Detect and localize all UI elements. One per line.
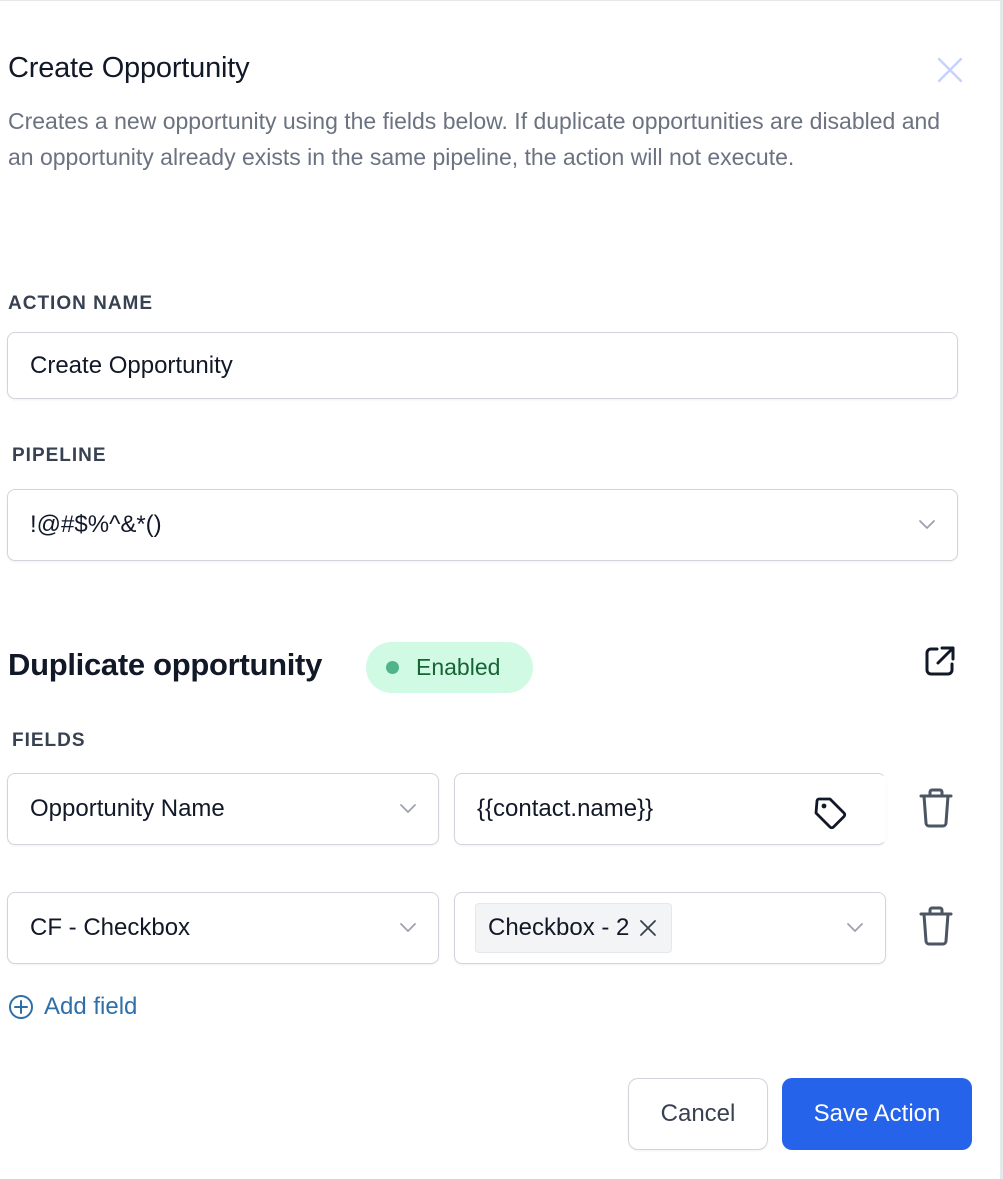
field-value-input-row-1[interactable]: {{contact.name}} <box>454 773 886 845</box>
pipeline-value: !@#$%^&*() <box>30 511 162 538</box>
selected-value-chip: Checkbox - 2 <box>475 903 673 953</box>
field-select-value: Opportunity Name <box>30 795 225 822</box>
tag-icon[interactable] <box>811 794 849 832</box>
trash-icon[interactable] <box>918 905 954 947</box>
status-badge-label: Enabled <box>416 654 501 680</box>
delete-row-1-button[interactable] <box>918 787 954 829</box>
panel-description: Creates a new opportunity using the fiel… <box>8 108 941 170</box>
chip-label: Checkbox - 2 <box>488 914 630 941</box>
remove-chip-icon[interactable] <box>639 919 657 937</box>
chevron-down-icon <box>919 520 935 529</box>
chevron-down-icon <box>847 923 863 932</box>
create-opportunity-panel: Create Opportunity Creates a new opportu… <box>0 0 1003 1179</box>
field-select-row-2[interactable]: CF - Checkbox <box>7 892 439 964</box>
panel-title: Create Opportunity <box>8 52 250 84</box>
status-dot <box>386 661 399 674</box>
field-value-select-row-2[interactable]: Checkbox - 2 <box>454 892 886 964</box>
add-field-label[interactable]: Add field <box>44 993 137 1021</box>
plus-circle-icon[interactable] <box>8 994 34 1020</box>
field-select-value: CF - Checkbox <box>30 914 191 941</box>
cancel-button[interactable]: Cancel <box>628 1078 768 1150</box>
add-field-button[interactable]: Add field <box>8 993 137 1021</box>
field-select-row-1[interactable]: Opportunity Name <box>7 773 439 845</box>
close-button[interactable] <box>934 54 966 86</box>
action-name-label: ACTION NAME <box>8 293 154 314</box>
field-value-text: {{contact.name}} <box>477 795 654 822</box>
pipeline-label: PIPELINE <box>12 445 107 466</box>
action-name-input[interactable]: Create Opportunity <box>7 332 958 399</box>
status-badge: Enabled <box>366 642 533 693</box>
duplicate-opportunity-title: Duplicate opportunity <box>8 647 323 682</box>
pipeline-select[interactable]: !@#$%^&*() <box>7 489 958 561</box>
save-action-button[interactable]: Save Action <box>782 1078 972 1150</box>
close-icon[interactable] <box>934 54 966 86</box>
action-name-value: Create Opportunity <box>30 351 233 379</box>
delete-row-2-button[interactable] <box>918 905 954 947</box>
panel-top-border <box>0 0 1003 1</box>
fields-label: FIELDS <box>12 730 86 751</box>
chevron-down-icon <box>400 923 416 932</box>
external-link-icon[interactable] <box>922 643 958 679</box>
trash-icon[interactable] <box>918 787 954 829</box>
chevron-down-icon <box>400 804 416 813</box>
external-link-button[interactable] <box>922 643 958 679</box>
